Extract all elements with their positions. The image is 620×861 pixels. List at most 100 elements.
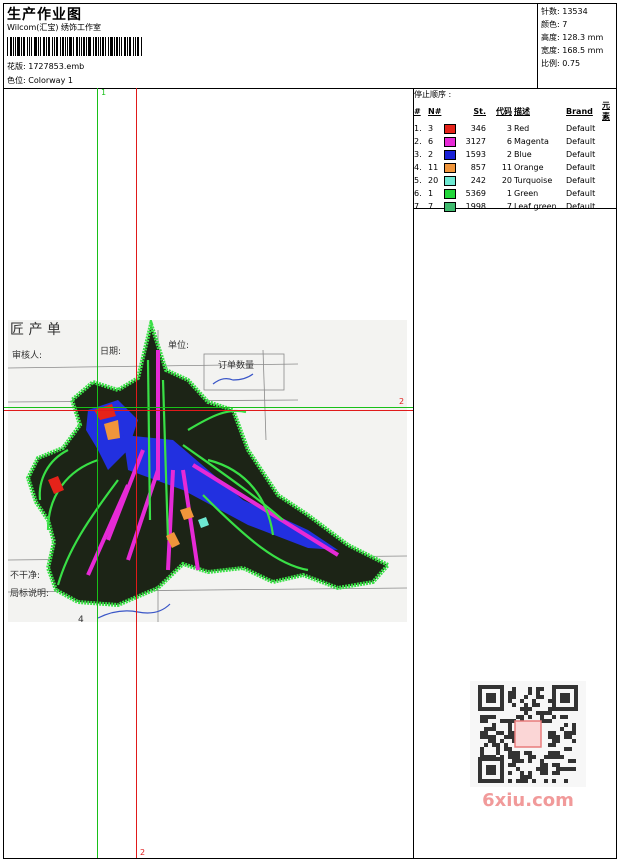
qr-cell bbox=[552, 739, 556, 743]
photo-index: 4 bbox=[78, 615, 84, 622]
qr-cell bbox=[508, 695, 512, 699]
qr-cell bbox=[564, 723, 568, 727]
row-element bbox=[601, 174, 617, 187]
row-index: 1. bbox=[414, 124, 422, 133]
qr-cell bbox=[544, 763, 548, 767]
qr-cell bbox=[556, 739, 560, 743]
qr-cell bbox=[536, 767, 540, 771]
qr-cell bbox=[512, 703, 516, 707]
barcode-bar bbox=[30, 37, 33, 56]
row-needle: 1 bbox=[428, 189, 434, 198]
qr-cell bbox=[492, 715, 496, 719]
qr-cell bbox=[508, 691, 512, 695]
qr-cell bbox=[556, 755, 560, 759]
qr-cell bbox=[484, 735, 488, 739]
row-desc: Red bbox=[514, 124, 530, 133]
barcode-bar bbox=[102, 37, 105, 56]
qr-cell bbox=[524, 695, 528, 699]
barcode-bar bbox=[38, 37, 39, 56]
qr-cell bbox=[556, 771, 560, 775]
qr-cell bbox=[552, 731, 556, 735]
barcode-bar bbox=[52, 37, 54, 56]
qr-cell bbox=[536, 687, 540, 691]
qr-cell bbox=[540, 759, 544, 763]
col-needle: N# bbox=[428, 106, 442, 116]
row-index: 6. bbox=[414, 189, 422, 198]
qr-cell bbox=[540, 687, 544, 691]
barcode-bar bbox=[7, 37, 8, 56]
qr-cell bbox=[492, 735, 496, 739]
barcode-bar bbox=[67, 37, 69, 56]
row-stitches: 1998 bbox=[465, 202, 486, 211]
qr-cell bbox=[548, 751, 552, 755]
embroidery-design: 匠 产 单 审核人: 日期: 单位: 订单数量 不干净: 局标说明: 4 bbox=[8, 320, 407, 622]
row-element bbox=[601, 148, 617, 161]
barcode-bar bbox=[40, 37, 41, 56]
row-index: 2. bbox=[414, 137, 422, 146]
photo-label: 局标说明: bbox=[10, 587, 49, 599]
qr-cell bbox=[524, 707, 528, 711]
guide-label-h2: 2 bbox=[399, 397, 405, 406]
qr-cell bbox=[512, 751, 516, 755]
barcode-bar bbox=[113, 37, 115, 56]
barcode-image bbox=[7, 37, 143, 56]
row-code: 2 bbox=[506, 150, 512, 159]
qr-cell bbox=[488, 735, 492, 739]
row-element bbox=[601, 135, 617, 148]
qr-cell bbox=[484, 743, 488, 747]
row-brand: Default bbox=[566, 137, 596, 146]
row-element bbox=[601, 161, 617, 174]
barcode-bar bbox=[21, 37, 23, 56]
design-scale: 比例: 0.75 bbox=[541, 59, 581, 68]
qr-cell bbox=[508, 747, 512, 751]
col-brand: Brand bbox=[566, 106, 593, 116]
row-needle: 11 bbox=[428, 163, 439, 172]
qr-cell bbox=[544, 767, 548, 771]
qr-cell bbox=[520, 707, 524, 711]
qr-cell bbox=[532, 755, 536, 759]
row-desc: Orange bbox=[514, 163, 544, 172]
qr-cell bbox=[556, 751, 560, 755]
qr-cell bbox=[568, 759, 572, 763]
qr-cell bbox=[508, 727, 512, 731]
barcode-bar bbox=[141, 37, 142, 56]
qr-cell bbox=[544, 711, 548, 715]
qr-cell bbox=[508, 731, 512, 735]
qr-cell bbox=[520, 775, 524, 779]
barcode-bar bbox=[56, 37, 58, 56]
row-needle: 6 bbox=[428, 137, 434, 146]
qr-cell bbox=[484, 719, 488, 723]
barcode-bar bbox=[17, 37, 21, 56]
studio-name: Wilcom(汇宝) 绣饰工作室 bbox=[7, 23, 102, 32]
qr-cell bbox=[508, 779, 512, 783]
qr-cell bbox=[512, 695, 516, 699]
qr-cell bbox=[512, 763, 516, 767]
row-needle: 2 bbox=[428, 150, 434, 159]
qr-cell bbox=[492, 743, 496, 747]
barcode-bar bbox=[100, 37, 102, 56]
qr-cell bbox=[524, 711, 528, 715]
qr-cell bbox=[484, 715, 488, 719]
row-code: 11 bbox=[501, 163, 512, 172]
qr-cell bbox=[508, 771, 512, 775]
photo-form-title: 匠 产 单 bbox=[10, 322, 61, 338]
color-swatch bbox=[444, 175, 456, 186]
row-desc: Blue bbox=[514, 150, 532, 159]
qr-cell bbox=[568, 735, 572, 739]
row-needle: 3 bbox=[428, 124, 434, 133]
qr-cell bbox=[508, 763, 512, 767]
col-swatch bbox=[443, 100, 461, 122]
color-row: 1. 3 346 3 Red Default bbox=[413, 122, 617, 135]
barcode-bar bbox=[126, 37, 128, 56]
embroidery-photo: 匠 产 单 审核人: 日期: 单位: 订单数量 不干净: 局标说明: 4 bbox=[8, 320, 407, 622]
qr-cell bbox=[480, 747, 484, 751]
design-stats: 针数: 13534 颜色: 7 高度: 128.3 mm 宽度: 168.5 m… bbox=[541, 5, 617, 70]
row-code: 6 bbox=[506, 137, 512, 146]
qr-cell bbox=[520, 699, 524, 703]
qr-cell bbox=[488, 715, 492, 719]
qr-cell bbox=[564, 767, 568, 771]
row-element bbox=[601, 187, 617, 200]
qr-cell bbox=[556, 735, 560, 739]
qr-cell bbox=[568, 731, 572, 735]
qr-cell bbox=[568, 767, 572, 771]
